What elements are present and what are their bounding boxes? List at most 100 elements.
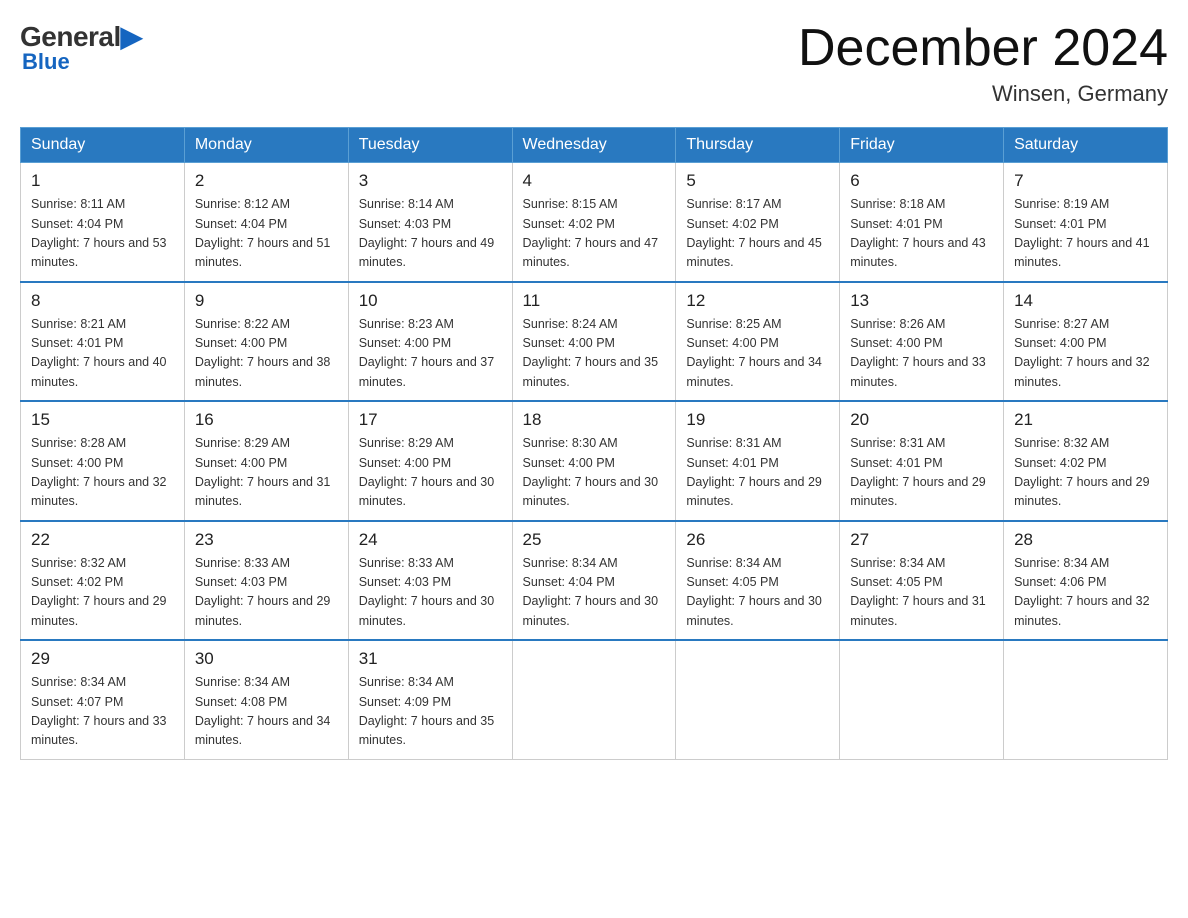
day-info: Sunrise: 8:28 AMSunset: 4:00 PMDaylight:… [31, 434, 174, 512]
day-info: Sunrise: 8:34 AMSunset: 4:04 PMDaylight:… [523, 554, 666, 632]
calendar-cell: 6 Sunrise: 8:18 AMSunset: 4:01 PMDayligh… [840, 163, 1004, 282]
day-info: Sunrise: 8:26 AMSunset: 4:00 PMDaylight:… [850, 315, 993, 393]
calendar-header-tuesday: Tuesday [348, 128, 512, 163]
day-info: Sunrise: 8:33 AMSunset: 4:03 PMDaylight:… [195, 554, 338, 632]
calendar-week-row: 22 Sunrise: 8:32 AMSunset: 4:02 PMDaylig… [21, 521, 1168, 641]
day-info: Sunrise: 8:12 AMSunset: 4:04 PMDaylight:… [195, 195, 338, 273]
calendar-cell: 15 Sunrise: 8:28 AMSunset: 4:00 PMDaylig… [21, 401, 185, 521]
day-info: Sunrise: 8:17 AMSunset: 4:02 PMDaylight:… [686, 195, 829, 273]
header: General▶ Blue December 2024 Winsen, Germ… [20, 20, 1168, 107]
day-info: Sunrise: 8:34 AMSunset: 4:09 PMDaylight:… [359, 673, 502, 751]
day-number: 25 [523, 530, 666, 550]
calendar-cell: 7 Sunrise: 8:19 AMSunset: 4:01 PMDayligh… [1004, 163, 1168, 282]
day-number: 4 [523, 171, 666, 191]
day-info: Sunrise: 8:32 AMSunset: 4:02 PMDaylight:… [1014, 434, 1157, 512]
day-number: 26 [686, 530, 829, 550]
calendar-cell: 29 Sunrise: 8:34 AMSunset: 4:07 PMDaylig… [21, 640, 185, 759]
day-number: 7 [1014, 171, 1157, 191]
day-number: 13 [850, 291, 993, 311]
day-number: 9 [195, 291, 338, 311]
calendar-cell: 3 Sunrise: 8:14 AMSunset: 4:03 PMDayligh… [348, 163, 512, 282]
calendar-header-sunday: Sunday [21, 128, 185, 163]
day-number: 5 [686, 171, 829, 191]
day-info: Sunrise: 8:25 AMSunset: 4:00 PMDaylight:… [686, 315, 829, 393]
day-number: 16 [195, 410, 338, 430]
day-number: 15 [31, 410, 174, 430]
calendar-week-row: 29 Sunrise: 8:34 AMSunset: 4:07 PMDaylig… [21, 640, 1168, 759]
day-number: 11 [523, 291, 666, 311]
day-number: 21 [1014, 410, 1157, 430]
day-number: 18 [523, 410, 666, 430]
calendar-cell: 25 Sunrise: 8:34 AMSunset: 4:04 PMDaylig… [512, 521, 676, 641]
day-info: Sunrise: 8:29 AMSunset: 4:00 PMDaylight:… [195, 434, 338, 512]
day-info: Sunrise: 8:30 AMSunset: 4:00 PMDaylight:… [523, 434, 666, 512]
calendar-cell: 14 Sunrise: 8:27 AMSunset: 4:00 PMDaylig… [1004, 282, 1168, 402]
calendar-cell: 23 Sunrise: 8:33 AMSunset: 4:03 PMDaylig… [184, 521, 348, 641]
calendar-cell [676, 640, 840, 759]
calendar-header-friday: Friday [840, 128, 1004, 163]
calendar-header-wednesday: Wednesday [512, 128, 676, 163]
day-info: Sunrise: 8:34 AMSunset: 4:05 PMDaylight:… [850, 554, 993, 632]
day-info: Sunrise: 8:21 AMSunset: 4:01 PMDaylight:… [31, 315, 174, 393]
day-number: 20 [850, 410, 993, 430]
calendar-cell: 21 Sunrise: 8:32 AMSunset: 4:02 PMDaylig… [1004, 401, 1168, 521]
calendar-cell: 1 Sunrise: 8:11 AMSunset: 4:04 PMDayligh… [21, 163, 185, 282]
day-number: 19 [686, 410, 829, 430]
day-info: Sunrise: 8:34 AMSunset: 4:08 PMDaylight:… [195, 673, 338, 751]
day-info: Sunrise: 8:32 AMSunset: 4:02 PMDaylight:… [31, 554, 174, 632]
day-info: Sunrise: 8:15 AMSunset: 4:02 PMDaylight:… [523, 195, 666, 273]
logo-blue-text: Blue [22, 49, 70, 75]
day-number: 10 [359, 291, 502, 311]
calendar-table: SundayMondayTuesdayWednesdayThursdayFrid… [20, 127, 1168, 760]
day-info: Sunrise: 8:23 AMSunset: 4:00 PMDaylight:… [359, 315, 502, 393]
day-info: Sunrise: 8:27 AMSunset: 4:00 PMDaylight:… [1014, 315, 1157, 393]
calendar-header-row: SundayMondayTuesdayWednesdayThursdayFrid… [21, 128, 1168, 163]
calendar-cell: 8 Sunrise: 8:21 AMSunset: 4:01 PMDayligh… [21, 282, 185, 402]
day-info: Sunrise: 8:14 AMSunset: 4:03 PMDaylight:… [359, 195, 502, 273]
title-block: December 2024 Winsen, Germany [798, 20, 1168, 107]
calendar-cell: 19 Sunrise: 8:31 AMSunset: 4:01 PMDaylig… [676, 401, 840, 521]
calendar-cell: 18 Sunrise: 8:30 AMSunset: 4:00 PMDaylig… [512, 401, 676, 521]
calendar-header-thursday: Thursday [676, 128, 840, 163]
calendar-cell: 27 Sunrise: 8:34 AMSunset: 4:05 PMDaylig… [840, 521, 1004, 641]
day-number: 22 [31, 530, 174, 550]
day-info: Sunrise: 8:34 AMSunset: 4:07 PMDaylight:… [31, 673, 174, 751]
calendar-cell: 13 Sunrise: 8:26 AMSunset: 4:00 PMDaylig… [840, 282, 1004, 402]
calendar-header-saturday: Saturday [1004, 128, 1168, 163]
calendar-cell [840, 640, 1004, 759]
day-info: Sunrise: 8:34 AMSunset: 4:05 PMDaylight:… [686, 554, 829, 632]
calendar-week-row: 8 Sunrise: 8:21 AMSunset: 4:01 PMDayligh… [21, 282, 1168, 402]
day-number: 28 [1014, 530, 1157, 550]
day-info: Sunrise: 8:11 AMSunset: 4:04 PMDaylight:… [31, 195, 174, 273]
calendar-cell: 28 Sunrise: 8:34 AMSunset: 4:06 PMDaylig… [1004, 521, 1168, 641]
day-number: 24 [359, 530, 502, 550]
calendar-cell: 24 Sunrise: 8:33 AMSunset: 4:03 PMDaylig… [348, 521, 512, 641]
calendar-cell: 4 Sunrise: 8:15 AMSunset: 4:02 PMDayligh… [512, 163, 676, 282]
day-number: 30 [195, 649, 338, 669]
day-number: 6 [850, 171, 993, 191]
calendar-week-row: 1 Sunrise: 8:11 AMSunset: 4:04 PMDayligh… [21, 163, 1168, 282]
calendar-cell: 12 Sunrise: 8:25 AMSunset: 4:00 PMDaylig… [676, 282, 840, 402]
day-info: Sunrise: 8:31 AMSunset: 4:01 PMDaylight:… [850, 434, 993, 512]
day-number: 17 [359, 410, 502, 430]
day-info: Sunrise: 8:34 AMSunset: 4:06 PMDaylight:… [1014, 554, 1157, 632]
calendar-week-row: 15 Sunrise: 8:28 AMSunset: 4:00 PMDaylig… [21, 401, 1168, 521]
day-info: Sunrise: 8:29 AMSunset: 4:00 PMDaylight:… [359, 434, 502, 512]
day-info: Sunrise: 8:33 AMSunset: 4:03 PMDaylight:… [359, 554, 502, 632]
day-number: 2 [195, 171, 338, 191]
day-number: 29 [31, 649, 174, 669]
day-info: Sunrise: 8:19 AMSunset: 4:01 PMDaylight:… [1014, 195, 1157, 273]
day-number: 1 [31, 171, 174, 191]
calendar-cell: 30 Sunrise: 8:34 AMSunset: 4:08 PMDaylig… [184, 640, 348, 759]
calendar-cell: 22 Sunrise: 8:32 AMSunset: 4:02 PMDaylig… [21, 521, 185, 641]
calendar-cell: 20 Sunrise: 8:31 AMSunset: 4:01 PMDaylig… [840, 401, 1004, 521]
calendar-cell: 2 Sunrise: 8:12 AMSunset: 4:04 PMDayligh… [184, 163, 348, 282]
day-number: 8 [31, 291, 174, 311]
calendar-cell [512, 640, 676, 759]
calendar-cell: 9 Sunrise: 8:22 AMSunset: 4:00 PMDayligh… [184, 282, 348, 402]
calendar-cell: 10 Sunrise: 8:23 AMSunset: 4:00 PMDaylig… [348, 282, 512, 402]
day-info: Sunrise: 8:31 AMSunset: 4:01 PMDaylight:… [686, 434, 829, 512]
page-subtitle: Winsen, Germany [798, 81, 1168, 107]
calendar-cell: 16 Sunrise: 8:29 AMSunset: 4:00 PMDaylig… [184, 401, 348, 521]
day-number: 3 [359, 171, 502, 191]
